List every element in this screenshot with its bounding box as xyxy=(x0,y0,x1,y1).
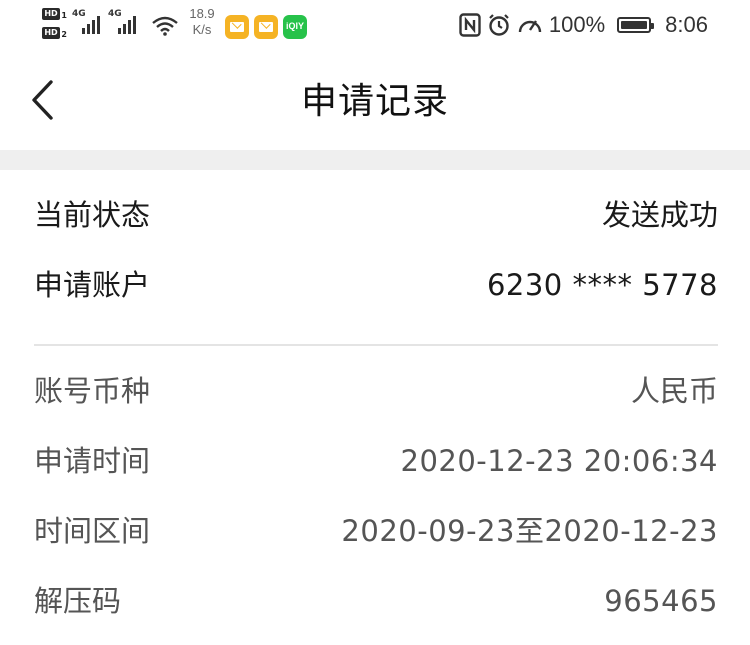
detail-row-time-range: 时间区间 2020-09-23至2020-12-23 xyxy=(34,496,718,566)
apply-time-value: 2020-12-23 20:06:34 xyxy=(400,444,718,478)
currency-label: 账号币种 xyxy=(34,374,151,408)
page-title: 申请记录 xyxy=(300,81,449,122)
currency-value: 人民币 xyxy=(630,374,718,408)
unzip-code-value: 965465 xyxy=(604,584,718,618)
status-bar-left: HD 1 HD 2 4G 4G 18.9 K/s iQIY xyxy=(42,6,307,46)
time-range-value: 2020-09-23至2020-12-23 xyxy=(341,514,718,548)
hd-badge-icon: HD 2 xyxy=(42,27,67,39)
signal-icon: 4G xyxy=(72,9,106,38)
account-label: 申请账户 xyxy=(34,268,151,302)
status-bar: HD 1 HD 2 4G 4G 18.9 K/s iQIY 100% 8:06 xyxy=(0,0,750,50)
status-time: 8:06 xyxy=(665,12,708,37)
wifi-icon xyxy=(152,16,178,36)
account-value: 6230 **** 5778 xyxy=(486,268,718,302)
detail-row-apply-time: 申请时间 2020-12-23 20:06:34 xyxy=(34,426,718,496)
mail-icon xyxy=(225,15,249,39)
hd-badge-icon: HD 1 xyxy=(42,8,67,20)
unzip-code-label: 解压码 xyxy=(34,584,122,618)
section-divider xyxy=(0,150,750,170)
alarm-icon xyxy=(489,14,509,36)
detail-row-account: 申请账户 6230 **** 5778 xyxy=(34,250,718,320)
apply-time-label: 申请时间 xyxy=(34,444,151,478)
signal-icon: 4G xyxy=(108,9,142,38)
battery-percent: 100% xyxy=(548,12,606,37)
network-speed: 18.9 K/s xyxy=(189,6,215,37)
record-details: 当前状态 发送成功 申请账户 6230 **** 5778 账号币种 人民币 申… xyxy=(34,170,718,636)
nfc-icon xyxy=(459,13,481,37)
status-label: 当前状态 xyxy=(34,198,151,232)
detail-row-currency: 账号币种 人民币 xyxy=(34,356,718,426)
divider xyxy=(34,344,718,346)
nav-bar: 申请记录 xyxy=(0,50,750,150)
iqiyi-icon: iQIY xyxy=(283,15,307,39)
hd-badges: HD 1 HD 2 xyxy=(42,8,67,39)
detail-row-status: 当前状态 发送成功 xyxy=(34,180,718,250)
battery-icon xyxy=(617,17,655,33)
status-bar-right: 100% 8:06 xyxy=(459,10,708,40)
status-value: 发送成功 xyxy=(601,198,718,232)
mail-icon xyxy=(254,15,278,39)
speed-icon xyxy=(518,20,542,33)
detail-row-unzip-code: 解压码 965465 xyxy=(34,566,718,636)
time-range-label: 时间区间 xyxy=(34,514,151,548)
